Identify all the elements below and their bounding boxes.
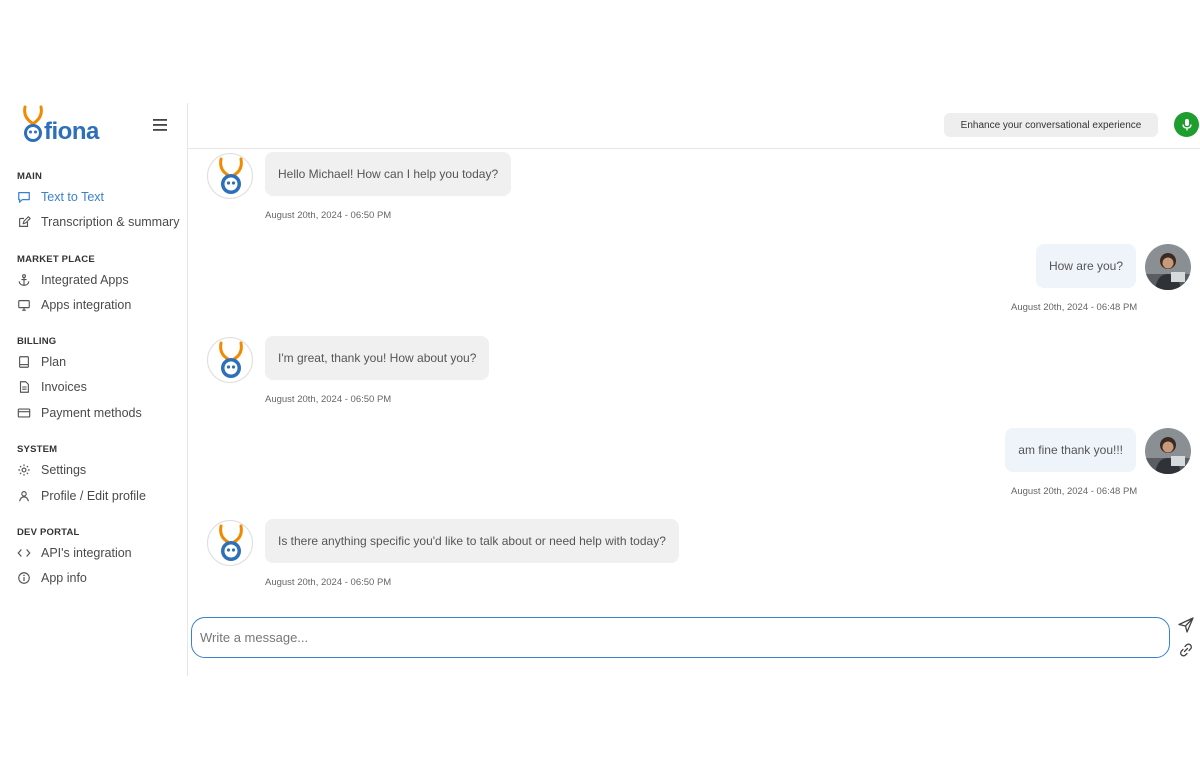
bot-avatar xyxy=(207,153,253,199)
fiona-logo[interactable]: fiona xyxy=(20,105,110,147)
message-timestamp: August 20th, 2024 - 06:48 PM xyxy=(1011,302,1138,313)
message-composer xyxy=(191,617,1170,658)
nav-item-transcription-summary[interactable]: Transcription & summary xyxy=(17,212,182,232)
nav-item-invoices[interactable]: Invoices xyxy=(17,377,182,397)
app-shell: fiona MAIN Text to Text Transcription & xyxy=(0,103,1200,676)
bot-avatar xyxy=(207,520,253,566)
topbar: Enhance your conversational experience xyxy=(188,103,1200,149)
section-title-main: MAIN xyxy=(17,171,43,182)
user-message-bubble: How are you? xyxy=(1035,244,1136,288)
section-title-billing: BILLING xyxy=(17,336,57,347)
user-photo-icon xyxy=(1145,244,1191,290)
nav-item-text-to-text[interactable]: Text to Text xyxy=(17,187,182,207)
nav-item-integrated-apps[interactable]: Integrated Apps xyxy=(17,270,182,290)
user-message-bubble: am fine thank you!!! xyxy=(1005,428,1136,472)
message-timestamp: August 20th, 2024 - 06:50 PM xyxy=(265,577,392,588)
nav-item-app-info[interactable]: App info xyxy=(17,568,182,588)
chat-thread: Hello Michael! How can I help you today?… xyxy=(188,149,1200,609)
nav-item-label: API's integration xyxy=(41,546,132,560)
nav-item-label: Text to Text xyxy=(41,190,104,204)
info-icon xyxy=(17,571,31,585)
nav-item-apps-integration[interactable]: Apps integration xyxy=(17,295,182,315)
microphone-icon xyxy=(1181,118,1192,130)
nav-item-label: Plan xyxy=(41,355,67,369)
message-input[interactable] xyxy=(200,618,1160,656)
nav-item-label: Payment methods xyxy=(41,406,142,420)
code-icon xyxy=(17,546,31,560)
nav-item-settings[interactable]: Settings xyxy=(17,460,182,480)
anchor-icon xyxy=(17,273,31,287)
nav-item-label: App info xyxy=(41,571,87,585)
message-timestamp: August 20th, 2024 - 06:50 PM xyxy=(265,394,392,405)
microphone-button[interactable] xyxy=(1174,112,1199,137)
section-title-market-place: MARKET PLACE xyxy=(17,254,95,265)
hamburger-icon xyxy=(153,119,167,131)
nav-item-label: Profile / Edit profile xyxy=(41,489,146,503)
monitor-icon xyxy=(17,298,31,312)
sidebar: fiona MAIN Text to Text Transcription & xyxy=(0,103,188,676)
user-avatar xyxy=(1145,428,1191,474)
attach-link-button[interactable] xyxy=(1177,641,1195,659)
fiona-bot-icon xyxy=(219,341,243,378)
nav-item-label: Apps integration xyxy=(41,298,132,312)
menu-toggle-button[interactable] xyxy=(150,115,170,135)
file-text-icon xyxy=(17,380,31,394)
nav-item-payment-methods[interactable]: Payment methods xyxy=(17,403,182,423)
bot-avatar xyxy=(207,337,253,383)
send-button[interactable] xyxy=(1177,616,1195,634)
edit-icon xyxy=(17,215,31,229)
book-icon xyxy=(17,355,31,369)
credit-card-icon xyxy=(17,406,31,420)
nav-item-label: Settings xyxy=(41,463,87,477)
nav-item-plan[interactable]: Plan xyxy=(17,352,182,372)
nav-item-label: Transcription & summary xyxy=(41,215,180,229)
logo-row: fiona xyxy=(0,103,188,149)
bot-message-bubble: Hello Michael! How can I help you today? xyxy=(265,152,512,196)
gear-icon xyxy=(17,463,31,477)
fiona-bot-icon xyxy=(219,157,243,194)
section-title-system: SYSTEM xyxy=(17,444,58,455)
message-square-icon xyxy=(17,190,31,204)
nav-item-api-integration[interactable]: API's integration xyxy=(17,543,182,563)
enhance-experience-button[interactable]: Enhance your conversational experience xyxy=(944,113,1158,137)
bot-message-bubble: I'm great, thank you! How about you? xyxy=(265,336,490,380)
bot-message-bubble: Is there anything specific you'd like to… xyxy=(265,519,679,563)
user-photo-icon xyxy=(1145,428,1191,474)
message-timestamp: August 20th, 2024 - 06:48 PM xyxy=(1011,486,1138,497)
section-title-dev-portal: DEV PORTAL xyxy=(17,527,80,538)
user-icon xyxy=(17,489,31,503)
logo-text: fiona xyxy=(44,118,99,145)
nav-item-label: Integrated Apps xyxy=(41,273,129,287)
send-icon xyxy=(1178,617,1194,633)
user-avatar xyxy=(1145,244,1191,290)
nav-item-label: Invoices xyxy=(41,380,87,394)
fiona-bot-icon xyxy=(219,524,243,561)
message-timestamp: August 20th, 2024 - 06:50 PM xyxy=(265,210,392,221)
link-icon xyxy=(1180,643,1192,657)
nav-item-profile[interactable]: Profile / Edit profile xyxy=(17,486,182,506)
